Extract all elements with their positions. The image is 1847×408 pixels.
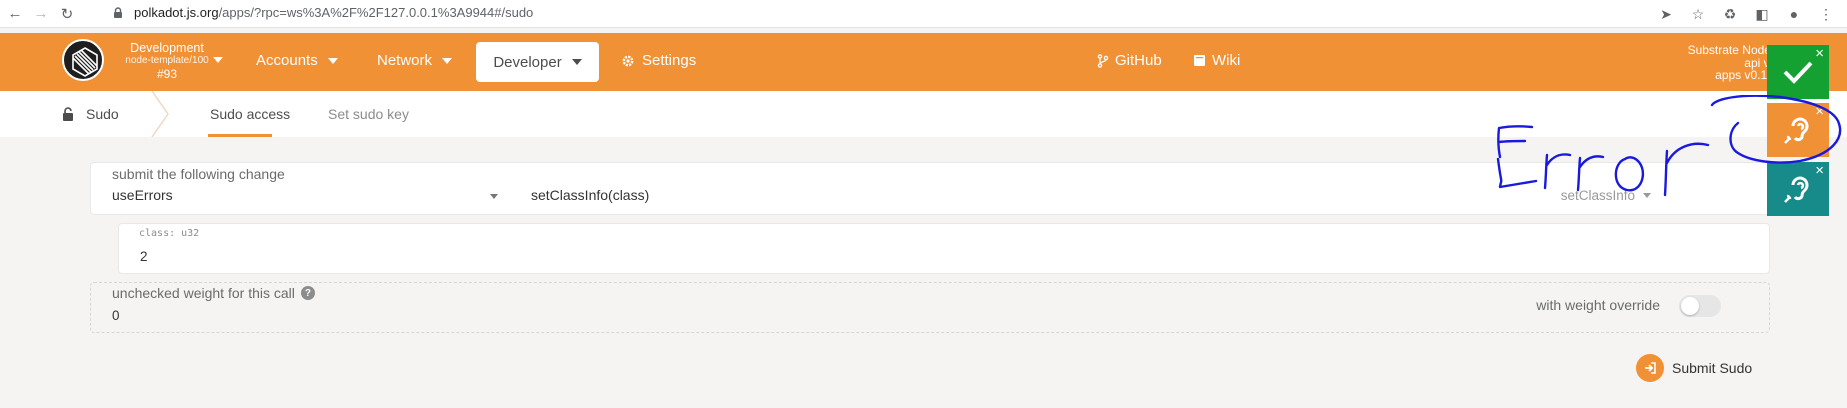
menu-network-label: Network [377,52,433,69]
sidebar-icon[interactable]: ◧ [1751,3,1773,25]
url-host: polkadot.js.org [134,5,219,20]
section-sudo: Sudo [62,106,119,122]
profile-icon[interactable]: ● [1783,3,1805,25]
star-icon[interactable]: ☆ [1687,3,1709,25]
chain-selector[interactable]: Development node-template/100 #93 [112,41,222,81]
back-icon[interactable]: ← [4,3,26,25]
book-icon [1194,55,1205,66]
reload-icon[interactable]: ↻ [56,3,78,25]
menu-wiki[interactable]: Wiki [1193,52,1240,69]
menu-accounts-label: Accounts [256,52,318,69]
tab-set-sudo-key[interactable]: Set sudo key [328,106,409,122]
chevron-down-icon [327,57,338,64]
param-value[interactable]: 2 [140,249,148,264]
sub-navigation: Sudo Sudo access Set sudo key [0,91,1847,137]
help-icon[interactable]: ? [300,286,315,300]
sign-in-icon [1636,354,1664,382]
address-bar[interactable]: polkadot.js.org/apps/?rpc=ws%3A%2F%2F127… [112,5,533,20]
assistive-listening-icon [1784,176,1809,203]
submit-sudo-label: Submit Sudo [1672,360,1753,376]
assistive-listening-icon [1784,117,1809,144]
param-label: class: u32 [139,228,200,239]
polkadot-logo[interactable] [62,39,104,81]
url-path: /apps/?rpc=ws%3A%2F%2F127.0.0.1%3A9944#/… [218,5,534,20]
weight-label: unchecked weight for this call ? [112,285,315,301]
lock-icon [114,6,122,18]
chevron-down-icon [1643,193,1651,198]
more-icon[interactable]: ⋮ [1815,3,1837,25]
menu-developer[interactable]: Developer [476,42,599,82]
call-name[interactable]: setClassInfo [1561,188,1651,203]
send-icon[interactable]: ➤ [1655,3,1677,25]
close-icon[interactable]: × [1815,163,1824,178]
close-icon[interactable]: × [1815,104,1824,119]
code-branch-icon [1097,53,1109,68]
breadcrumb-separator [151,91,169,137]
weight-value: 0 [112,308,120,323]
chain-name: Development [130,41,204,55]
chain-spec: node-template/100 [125,55,209,66]
call-dropdown[interactable]: setClassInfo(class) [531,187,649,203]
class-param-field[interactable]: class: u32 2 [118,223,1770,274]
menu-accounts[interactable]: Accounts [256,52,338,69]
toggle-knob [1681,297,1699,315]
menu-settings-label: Settings [642,52,697,69]
notification-info[interactable]: × [1767,162,1829,216]
check-icon [1783,61,1813,84]
chevron-down-icon[interactable] [213,57,223,63]
extrinsic-selector: submit the following change useErrors se… [90,162,1770,215]
submit-sudo-button[interactable]: Submit Sudo [1636,354,1752,382]
weight-label-text: unchecked weight for this call [112,285,295,301]
menu-github-label: GitHub [1115,52,1162,69]
chevron-down-icon[interactable] [490,194,498,199]
chevron-down-icon [442,57,453,64]
menu-github[interactable]: GitHub [1097,52,1162,69]
menu-wiki-label: Wiki [1212,52,1241,69]
weight-field: unchecked weight for this call ? 0 with … [90,282,1770,333]
weight-override-toggle[interactable] [1679,295,1721,317]
menu-settings[interactable]: Settings [620,52,696,69]
extrinsic-label: submit the following change [112,166,285,182]
section-label: Sudo [86,106,119,122]
forward-icon[interactable]: → [30,3,52,25]
block-number: #93 [156,67,178,81]
active-tab-indicator [208,134,272,137]
browser-toolbar: ← → ↻ polkadot.js.org/apps/?rpc=ws%3A%2F… [0,0,1847,28]
gear-icon [622,55,634,66]
pallet-dropdown[interactable]: useErrors [112,187,173,203]
menu-network[interactable]: Network [377,52,453,69]
unlock-icon [63,107,73,121]
notification-processing[interactable]: × [1767,103,1829,157]
notification-success[interactable]: × [1767,45,1829,99]
menu-developer-label: Developer [493,53,562,71]
extensions-icon[interactable]: ♻ [1719,3,1741,25]
weight-override-label: with weight override [1536,297,1660,313]
chevron-down-icon [571,59,582,65]
app-header: Development node-template/100 #93 Accoun… [0,33,1847,91]
call-name-label: setClassInfo [1560,188,1635,203]
close-icon[interactable]: × [1815,46,1824,61]
tab-sudo-access[interactable]: Sudo access [210,106,290,122]
